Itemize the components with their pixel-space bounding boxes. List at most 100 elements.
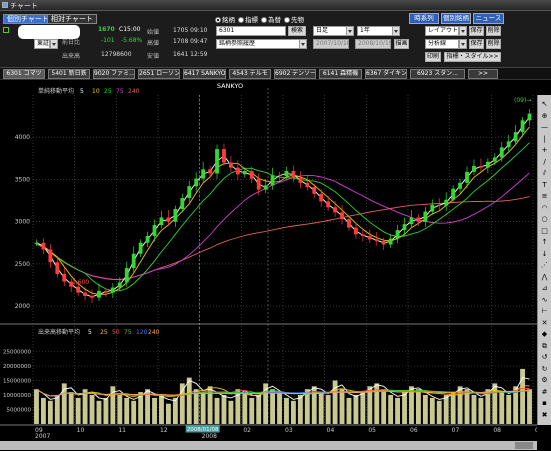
- stock-tab-0[interactable]: 6301 コマツ: [3, 69, 45, 79]
- range-dropdown-icon[interactable]: [392, 26, 400, 36]
- price-tick-label: 3500: [15, 176, 30, 183]
- stock-tab-2[interactable]: 9020 ファミ...: [93, 69, 135, 79]
- year-label-2007: 2007: [35, 433, 50, 440]
- history-dropdown-icon[interactable]: [299, 39, 307, 49]
- analysis-delete-button[interactable]: 削除: [486, 39, 501, 49]
- layout-select[interactable]: レイアウト: [425, 26, 459, 36]
- fan-icon[interactable]: ⋀: [539, 272, 550, 282]
- stock-tab-1[interactable]: 5401 新日鉄: [48, 69, 90, 79]
- layout-dropdown-icon[interactable]: [459, 26, 467, 36]
- period-dropdown-icon[interactable]: [346, 26, 354, 36]
- status-indicator-icon: [3, 27, 9, 33]
- print-button[interactable]: 印刷: [425, 52, 441, 62]
- market-select[interactable]: 東証: [34, 39, 50, 49]
- radio-futures[interactable]: 先物: [284, 14, 304, 24]
- news-button[interactable]: ニュース: [473, 13, 504, 24]
- gann-icon[interactable]: ⊿: [539, 283, 550, 293]
- indicator-style-button[interactable]: 指標・スタイル>>: [444, 52, 501, 62]
- undo-icon[interactable]: ↺: [539, 352, 550, 362]
- cycle-icon[interactable]: ∿: [539, 295, 550, 305]
- channel-icon[interactable]: ⋰: [539, 260, 550, 270]
- arc-icon[interactable]: ◠: [539, 203, 550, 213]
- volume-bar: [277, 392, 282, 424]
- date-to-input[interactable]: 2008/10/19: [355, 39, 391, 49]
- lock-icon[interactable]: ▪: [539, 398, 550, 408]
- individual-stock-button[interactable]: 個別銘柄: [441, 13, 471, 24]
- x-tick-label-07: 07: [452, 427, 460, 434]
- volume-legend-period-240: 240: [148, 329, 160, 336]
- arrow-up-icon[interactable]: ↑: [539, 237, 550, 247]
- radio-stock[interactable]: 銘柄: [215, 14, 235, 24]
- range-select[interactable]: 1年: [357, 26, 393, 36]
- volume-tick-label: 15000000: [3, 379, 31, 385]
- candle-body: [305, 182, 310, 188]
- text-icon[interactable]: T: [539, 180, 550, 190]
- pointer-icon[interactable]: ↖: [539, 99, 550, 109]
- scrollbar-thumb[interactable]: [515, 442, 533, 449]
- stock-tab-3[interactable]: 2651 ローソン: [138, 69, 180, 79]
- draw-button[interactable]: 描画: [394, 39, 409, 49]
- volume-bar: [527, 389, 532, 424]
- redo-icon[interactable]: ↻: [539, 364, 550, 374]
- candle-body: [472, 165, 476, 172]
- stock-tab-4[interactable]: 6417 SANKYO: [183, 69, 226, 79]
- radio-forex[interactable]: 為替: [261, 14, 281, 24]
- eraser-icon[interactable]: ✕: [539, 318, 550, 328]
- period-select[interactable]: 日足: [313, 26, 347, 36]
- fib-icon[interactable]: ≡: [539, 191, 550, 201]
- stock-tab-7[interactable]: 6141 森精機: [319, 69, 362, 79]
- low-label: 安値: [147, 53, 160, 60]
- candle-body: [159, 217, 164, 226]
- history-select[interactable]: 銘柄参照履歴: [216, 39, 300, 49]
- parallel-icon[interactable]: ⫽: [539, 168, 550, 178]
- ruler-icon[interactable]: ⊢: [539, 306, 550, 316]
- symbol-input[interactable]: 6301: [216, 26, 286, 36]
- arrow-down-icon[interactable]: ↓: [539, 249, 550, 259]
- stock-tab-8[interactable]: 6367 ダイキン工: [365, 69, 407, 79]
- stock-tab-5[interactable]: 4543 テルモ: [229, 69, 271, 79]
- candle-body: [166, 217, 171, 222]
- stock-tab-6[interactable]: 6902 デンソー: [274, 69, 316, 79]
- drawing-toolbar: ↖ ⊕ — | + / ⫽ T ≡ ◠ ○ □ ↑ ↓ ⋰ ⋀ ⊿ ∿ ⊢ ✕ ◆ ⧉ ↺ ↻ ⚙ # ▪ ✖: [537, 95, 551, 425]
- last-price-time: C15:00: [119, 26, 141, 33]
- volume-bar: [318, 392, 324, 424]
- radio-futures-icon: [284, 17, 290, 23]
- trendline-icon[interactable]: /: [539, 157, 550, 167]
- settings-icon[interactable]: ⚙: [539, 375, 550, 385]
- layout-save-button[interactable]: 保存: [469, 26, 484, 36]
- stock-tab-10[interactable]: >>: [468, 69, 498, 79]
- candle-body: [235, 167, 240, 175]
- tab-relative-chart[interactable]: 相対チャート: [47, 14, 97, 24]
- zoom-icon[interactable]: ⊕: [539, 111, 550, 121]
- radio-stock-icon: [215, 17, 221, 23]
- hline-icon[interactable]: —: [539, 122, 550, 132]
- candle-body: [62, 274, 67, 282]
- rect-icon[interactable]: □: [539, 226, 550, 236]
- stock-tab-9[interactable]: 6923 スタン...: [410, 69, 465, 79]
- copy-icon[interactable]: ⧉: [539, 341, 550, 351]
- layout-delete-button[interactable]: 削除: [486, 26, 501, 36]
- chart-area[interactable]: 2000 2500 3000 3500 4000 単純移動平均 5 10 25 75 240 SANK…: [0, 80, 537, 451]
- radio-index[interactable]: 指標: [238, 14, 258, 24]
- analysis-save-button[interactable]: 保存: [469, 39, 484, 49]
- horizontal-scrollbar[interactable]: [0, 441, 537, 450]
- analysis-dropdown-icon[interactable]: [459, 39, 467, 49]
- volume-bar: [360, 392, 366, 424]
- market-dropdown-icon[interactable]: [50, 39, 58, 49]
- mark-icon[interactable]: ◆: [539, 329, 550, 339]
- analysis-select[interactable]: 分析線: [425, 39, 459, 49]
- search-button[interactable]: 検索: [288, 26, 306, 36]
- chart-background: [0, 80, 537, 451]
- volume-bar: [186, 377, 192, 424]
- vline-icon[interactable]: |: [539, 134, 550, 144]
- cross-icon[interactable]: +: [539, 145, 550, 155]
- candle-body: [444, 199, 449, 206]
- delete-icon[interactable]: ✖: [539, 410, 550, 420]
- grid-icon[interactable]: #: [539, 387, 550, 397]
- date-from-input[interactable]: 2007/10/18: [313, 39, 349, 49]
- volume-bar: [256, 395, 262, 424]
- timeseries-button[interactable]: 時系列: [409, 13, 439, 24]
- circle-icon[interactable]: ○: [539, 214, 550, 224]
- tab-individual-chart[interactable]: 個別チャート: [3, 14, 53, 24]
- window-titlebar[interactable]: チャート: [0, 0, 551, 11]
